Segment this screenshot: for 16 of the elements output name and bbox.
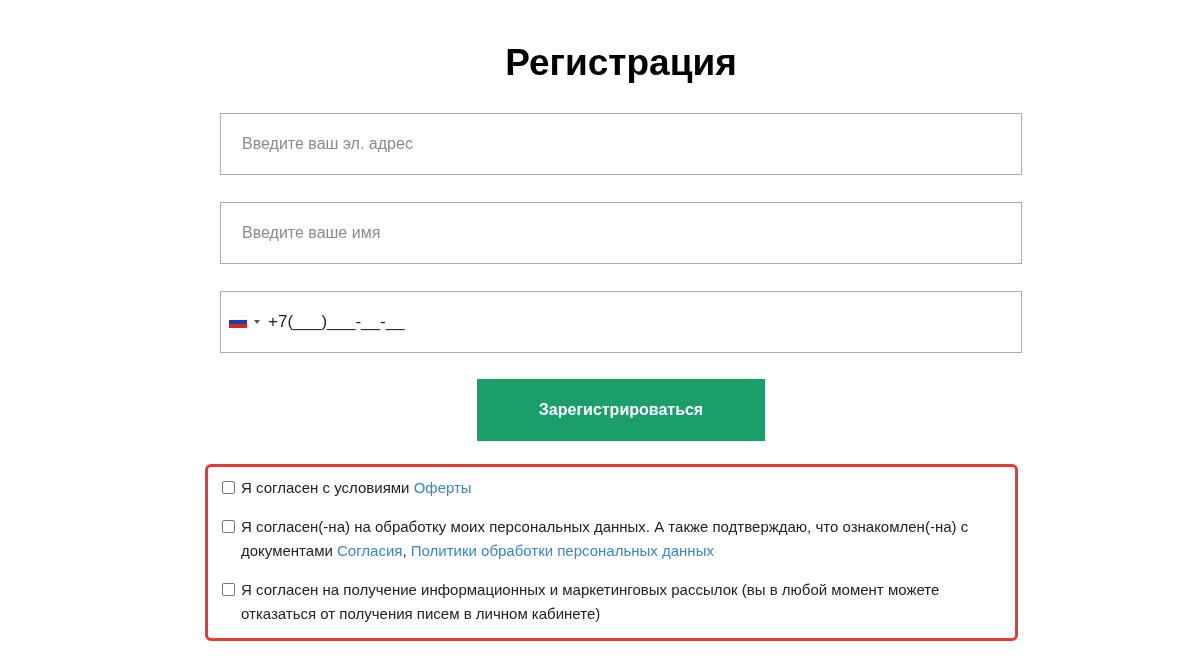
- checkbox[interactable]: [222, 481, 235, 494]
- document-link[interactable]: Оферты: [413, 479, 472, 496]
- document-link[interactable]: Согласия: [337, 542, 403, 559]
- flag-icon: [229, 316, 247, 328]
- register-button[interactable]: Зарегистрироваться: [477, 379, 765, 441]
- consent-text: Я согласен на получение информационных и маркетинговых рассылок (вы в любой момент можете отказаться от получения писем в личном кабинете): [241, 580, 941, 624]
- input-field[interactable]: Введите ваш эл. адрес: [220, 113, 1022, 175]
- checkbox[interactable]: [222, 520, 235, 533]
- consent-text: Я согласен с условиями Оферты: [241, 478, 473, 498]
- caret-icon: [254, 320, 260, 324]
- consent-text: Я согласен(-на) на обработку моих персональных данных. А также подтверждаю, что ознакомлен(-на) с документами Согласия, Политики обработки персональных данных: [241, 517, 970, 561]
- phone-field[interactable]: +7(___)___-__-__: [220, 291, 1022, 353]
- input-field[interactable]: Введите ваше имя: [220, 202, 1022, 264]
- document-link[interactable]: Политики обработки персональных данных: [410, 542, 714, 559]
- page-title: Регистрация: [505, 41, 737, 85]
- checkbox[interactable]: [222, 583, 235, 596]
